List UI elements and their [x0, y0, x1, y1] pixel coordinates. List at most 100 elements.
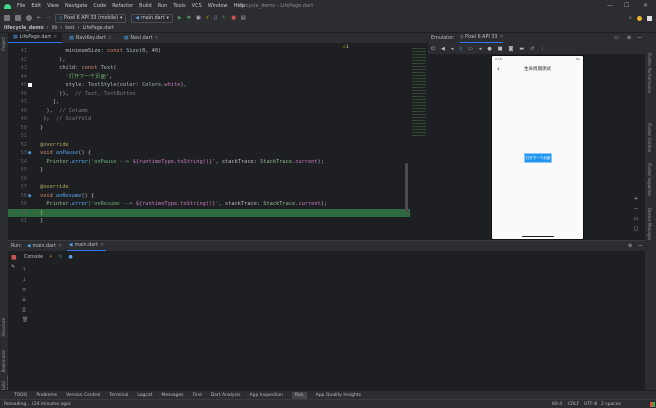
menu-window[interactable]: Window [208, 3, 228, 9]
clear-icon[interactable]: 🗑 [22, 315, 28, 325]
open-next-page-button[interactable]: 打开下一个页面 [524, 153, 552, 163]
code-line[interactable]: 49 ); // Scaffold [8, 115, 410, 124]
sdk-manager-icon[interactable]: ▤ [241, 15, 246, 21]
overview-icon[interactable]: ■ [498, 46, 503, 52]
code-line[interactable]: 60} [8, 208, 410, 217]
search-icon[interactable]: ⌕ [629, 15, 632, 21]
power-icon[interactable]: ⏻ [431, 46, 435, 52]
run-tab-active[interactable]: ◀ main.dart × [66, 241, 107, 251]
close-tab-icon[interactable]: × [58, 244, 62, 249]
close-tab-icon[interactable]: × [53, 35, 57, 40]
override-marker-icon[interactable]: ◉ [28, 192, 31, 201]
code-line[interactable]: 51 [8, 132, 410, 141]
code-line[interactable]: 50} [8, 124, 410, 133]
code-line[interactable]: 55} [8, 166, 410, 175]
gear-icon[interactable]: ⚙ [627, 36, 631, 41]
code-line[interactable]: 57 @override [8, 183, 410, 192]
code-line[interactable]: 52 @override [8, 141, 410, 150]
back-nav-icon[interactable]: ◂ [479, 46, 482, 52]
notifications-icon[interactable] [650, 401, 655, 407]
device-manager-icon[interactable]: ▯ [214, 15, 217, 21]
code-line[interactable]: 54 Printer.error('onPause --> ${runtimeT… [8, 158, 410, 167]
zoom-out-icon[interactable]: − [631, 204, 641, 214]
breadcrumb-lib[interactable]: lib [52, 26, 58, 31]
run-tab[interactable]: ◀ main.dart × [27, 244, 62, 249]
sync-icon[interactable] [26, 15, 32, 21]
editor-tab[interactable]: ▤ LifePage.dart × [8, 33, 63, 43]
tool-tab-logcat[interactable]: Logcat [137, 393, 152, 398]
override-marker-icon[interactable]: ◉ [28, 149, 31, 158]
screenshot-icon[interactable]: ◙ [508, 46, 513, 52]
tool-tab-app-inspection[interactable]: App Inspection [250, 393, 283, 398]
editor-tab[interactable]: ▤ NaviKey.dart × [64, 33, 117, 43]
devtools-icon[interactable]: ● [68, 255, 72, 260]
print-icon[interactable]: ⎙ [22, 305, 28, 315]
menu-vcs[interactable]: VCS [192, 3, 202, 9]
tool-tab-dart-analysis[interactable]: Dart Analysis [211, 393, 241, 398]
code-editor[interactable]: 41 minimumSize: const Size(0, 40) 42 ), 43… [8, 43, 410, 240]
tool-tab-terminal[interactable]: Terminal [109, 393, 128, 398]
gear-icon[interactable]: ⚙ [628, 244, 632, 249]
inspection-widget[interactable]: ⚠1 [342, 45, 349, 50]
settings-icon[interactable] [647, 15, 652, 21]
soft-wrap-icon[interactable]: ≡ [22, 285, 28, 295]
bookmarks-tool-button[interactable]: Bookmarks [1, 350, 6, 372]
layout-icon[interactable]: ▭ [614, 36, 619, 41]
menu-code[interactable]: Code [93, 3, 106, 9]
code-line[interactable]: 47 ], [8, 98, 410, 107]
gesture-bar[interactable] [522, 235, 554, 237]
hot-reload-icon[interactable]: ⚡ [206, 15, 210, 21]
minimize-button[interactable]: — [607, 2, 613, 9]
hide-panel-icon[interactable]: — [637, 36, 642, 41]
code-line[interactable]: 42 ), [8, 56, 410, 65]
menu-run[interactable]: Run [158, 3, 168, 9]
hide-panel-icon[interactable]: — [638, 244, 643, 249]
tool-tab-version-control[interactable]: Version Control [66, 393, 100, 398]
code-minimap[interactable] [410, 43, 428, 240]
volume-down-icon[interactable]: ◂ [451, 46, 454, 52]
menu-navigate[interactable]: Navigate [65, 3, 87, 9]
device-manager-tool-button[interactable]: Device Manager [647, 208, 652, 240]
status-message[interactable]: Reloading... (24 minutes ago) [4, 402, 71, 407]
stop-icon[interactable]: ■ [231, 15, 236, 21]
record-icon[interactable]: ▬ [519, 46, 524, 52]
emulator-device-tab[interactable]: ▯ Pixel 6 API 33 × [460, 33, 504, 43]
tool-tab-messages[interactable]: Messages [161, 393, 183, 398]
code-line[interactable]: 56 [8, 175, 410, 184]
structure-tool-button[interactable]: Structure [1, 318, 6, 337]
more-icon[interactable]: ⋮ [540, 46, 545, 52]
code-line[interactable]: 59 Printer.error('onResume --> ${runtime… [8, 200, 410, 209]
debug-icon[interactable]: ✱ [187, 15, 191, 21]
menu-file[interactable]: File [17, 3, 25, 9]
hot-reload-icon[interactable]: ⚡ [49, 255, 52, 260]
code-line[interactable]: 43 child: const Text( [8, 64, 410, 73]
line-separator[interactable]: CRLF [568, 402, 579, 407]
back-icon[interactable]: ← [37, 15, 41, 21]
profile-icon[interactable] [637, 15, 642, 21]
color-swatch-icon[interactable] [28, 83, 32, 87]
flutter-outline-tool-button[interactable]: Flutter Outline [647, 123, 652, 152]
tool-tab-app-quality-insights[interactable]: App Quality Insights [316, 393, 361, 398]
code-line[interactable]: 41 minimumSize: const Size(0, 40) [8, 47, 410, 56]
code-line[interactable]: 58 void onResume() {◉ [8, 192, 410, 201]
pin-icon[interactable]: ✎ [11, 264, 15, 270]
editor-scrollbar[interactable] [405, 163, 408, 213]
menu-tools[interactable]: Tools [173, 3, 185, 9]
run-config-selector[interactable]: ◀ main.dart ▾ [131, 13, 173, 23]
rotate-right-icon[interactable]: ▭ [468, 46, 473, 52]
breadcrumb-file[interactable]: LifePage.dart [82, 26, 114, 31]
code-line[interactable]: 48 ), // Column [8, 107, 410, 116]
scroll-down-icon[interactable]: ↓ [22, 275, 28, 285]
zoom-fit-icon[interactable]: ▢ [631, 224, 641, 234]
tool-tab-find[interactable]: Find [192, 393, 201, 398]
save-icon[interactable] [15, 15, 21, 21]
menu-view[interactable]: View [47, 3, 59, 9]
close-button[interactable]: ✕ [643, 2, 648, 9]
close-tab-icon[interactable]: × [154, 36, 158, 41]
hot-restart-icon[interactable]: ↻ [222, 15, 226, 21]
tool-tab-todo[interactable]: TODO [14, 393, 27, 398]
scroll-to-end-icon[interactable]: ⇊ [22, 295, 28, 305]
close-tab-icon[interactable]: × [100, 243, 104, 248]
open-icon[interactable] [4, 15, 10, 21]
zoom-actual-icon[interactable]: ▭ [631, 214, 641, 224]
